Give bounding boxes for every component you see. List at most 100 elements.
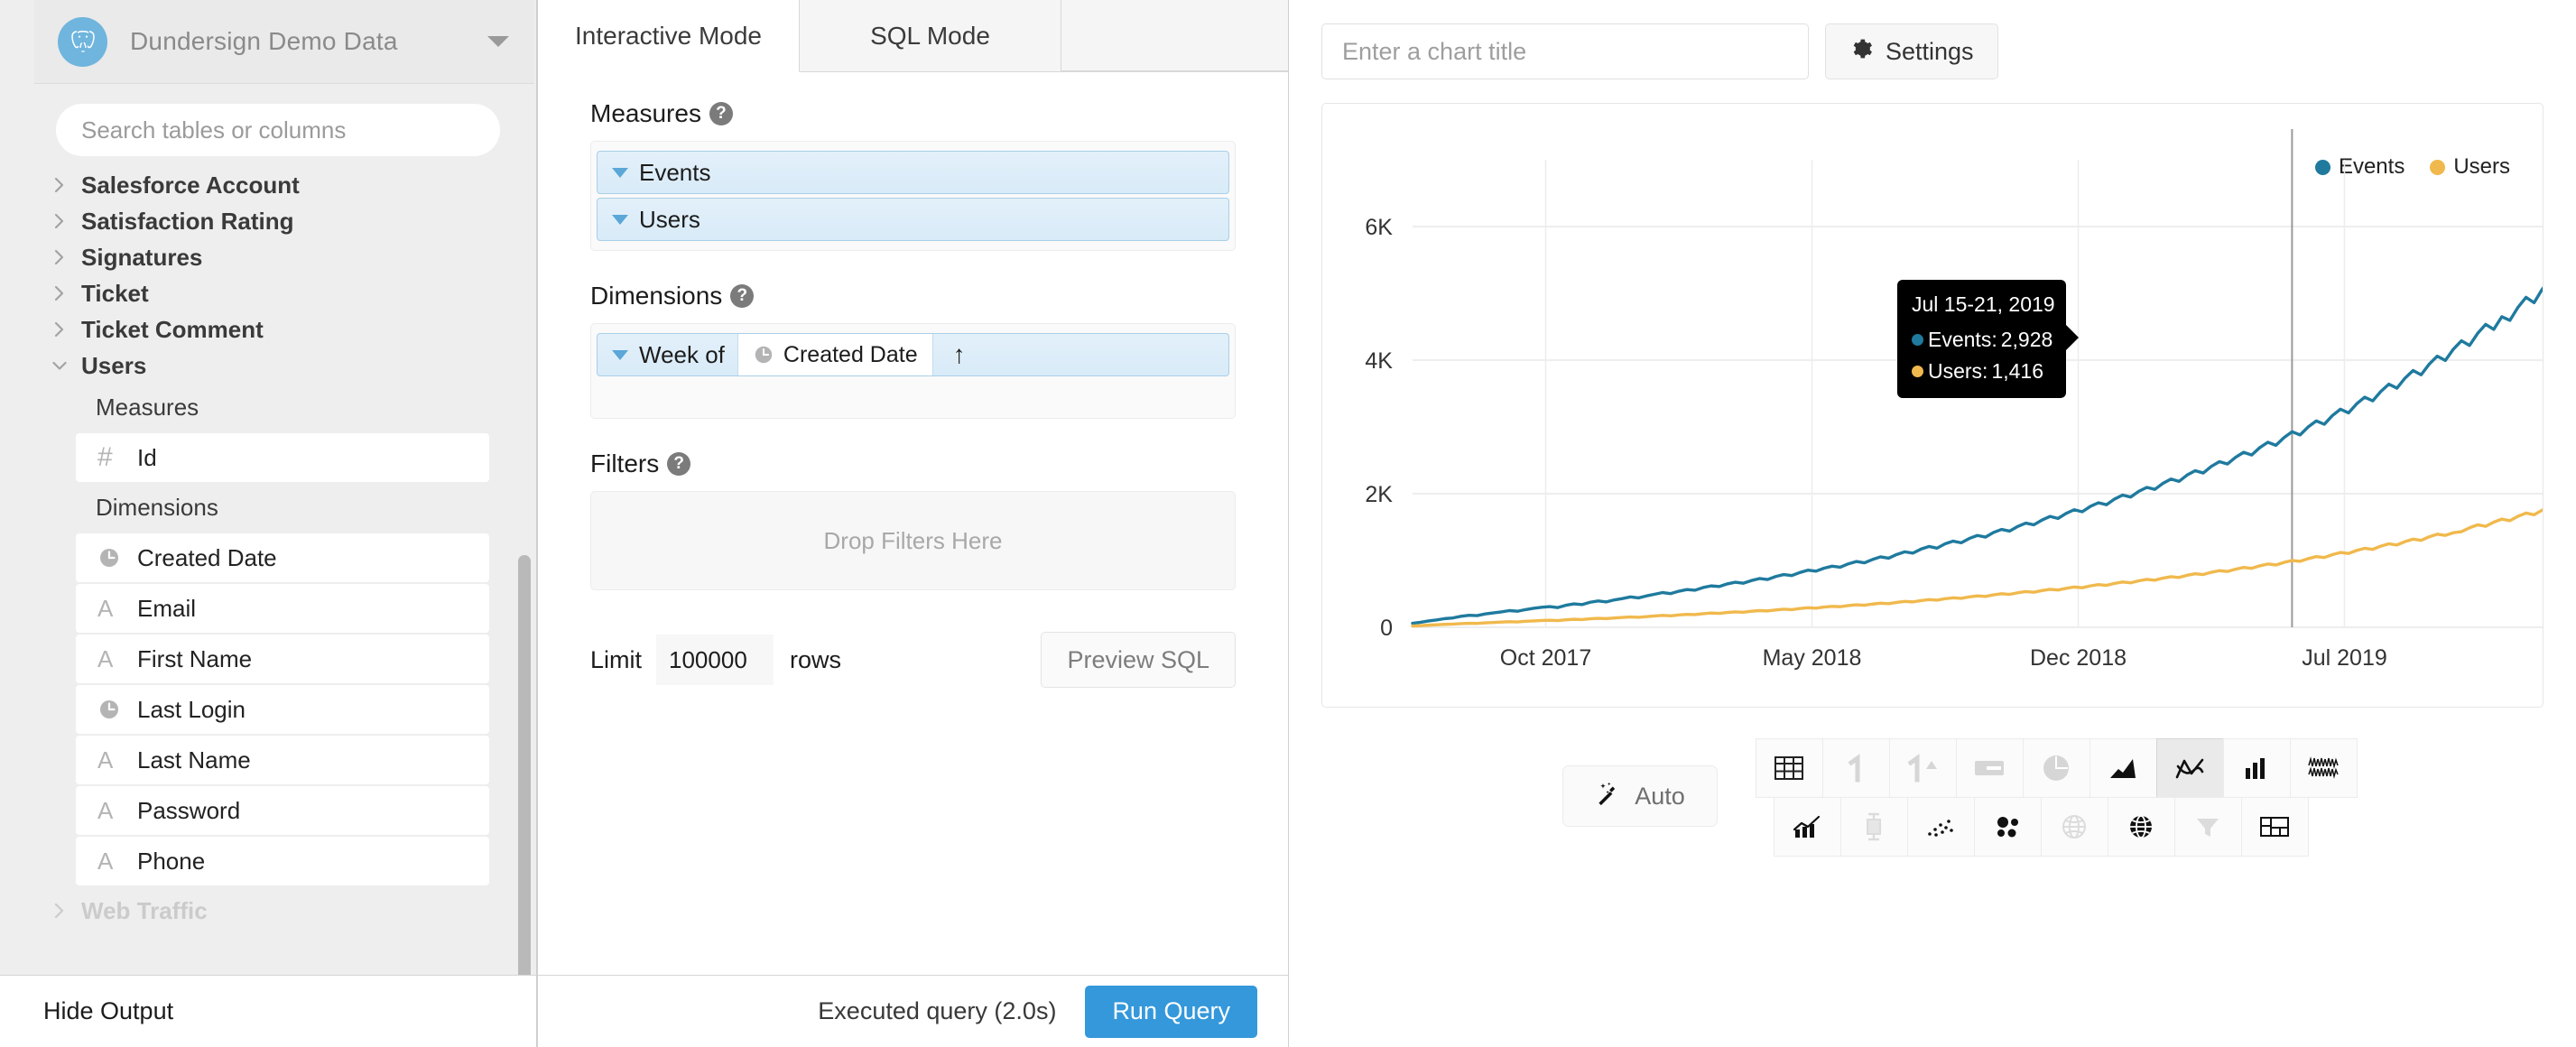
area-chart-icon[interactable] [2089, 737, 2157, 798]
sort-ascending-icon[interactable]: ↑ [953, 340, 966, 369]
measure-pill-users[interactable]: Users [597, 198, 1229, 241]
clock-icon [97, 546, 128, 570]
single-value-icon[interactable] [1821, 737, 1890, 798]
chevron-down-icon [52, 356, 72, 375]
run-query-button[interactable]: Run Query [1085, 985, 1257, 1038]
svg-text:0: 0 [1380, 616, 1393, 641]
single-value-trend-icon[interactable] [1888, 737, 1957, 798]
settings-button[interactable]: Settings [1825, 23, 1998, 79]
tooltip-dot [1912, 334, 1923, 346]
tree-item-ticket-comment[interactable]: Ticket Comment [34, 311, 511, 347]
viz-type-row-2 [1773, 796, 2357, 857]
chart-title-input[interactable] [1321, 23, 1809, 79]
app-root: Dundersign Demo Data Organization Users [0, 0, 2576, 1047]
field-first-name[interactable]: A First Name [76, 635, 489, 683]
query-footer: Executed query (2.0s) Run Query [538, 975, 1288, 1047]
auto-label: Auto [1635, 782, 1685, 810]
tree-item-web-traffic[interactable]: Web Traffic [34, 893, 511, 929]
postgres-elephant-icon [58, 16, 107, 67]
tooltip-value: 2,928 [2000, 328, 2053, 351]
measure-pill-events[interactable]: Events [597, 151, 1229, 194]
tree-item-ticket[interactable]: Ticket [34, 275, 511, 311]
chart-header: Settings [1321, 20, 2544, 83]
filters-label-text: Filters [590, 449, 660, 477]
filters-drop-placeholder: Drop Filters Here [823, 526, 1003, 554]
boxplot-chart-icon[interactable] [1839, 796, 1908, 857]
filters-dropzone[interactable]: Drop Filters Here [590, 491, 1236, 590]
globe-light-icon[interactable] [2040, 796, 2108, 857]
tab-sql-mode[interactable]: SQL Mode [800, 0, 1061, 72]
globe-map-icon[interactable] [2107, 796, 2175, 857]
letter-a-icon: A [97, 644, 114, 672]
bar-chart-icon[interactable] [2222, 737, 2291, 798]
tree-item-label: Web Traffic [81, 896, 208, 924]
combo-chart-icon[interactable] [1773, 796, 1841, 857]
dimension-pill-created-date[interactable]: Week of Created Date ↑ [597, 333, 1229, 376]
tooltip-row-events: Events: 2,928 [1912, 328, 2052, 352]
tab-interactive-mode[interactable]: Interactive Mode [538, 0, 800, 72]
line-chart-icon[interactable] [2155, 737, 2224, 798]
search-container [0, 84, 536, 172]
tooltip-dot [1912, 366, 1923, 377]
limit-unit-label: rows [790, 645, 842, 673]
visualization-picker: Auto [1321, 737, 2544, 857]
chevron-right-icon [52, 211, 72, 231]
dimension-field-chip[interactable]: Created Date [737, 334, 933, 375]
settings-label: Settings [1886, 37, 1974, 65]
field-label: Last Name [137, 746, 251, 774]
hide-output-button[interactable]: Hide Output [0, 975, 536, 1047]
field-last-login[interactable]: Last Login [76, 685, 489, 734]
line-chart-plot[interactable]: 02K4K6KOct 2017 May 2018 Dec 2018 Jul 2019 F… [1322, 104, 2544, 708]
search-input[interactable] [56, 104, 500, 156]
tree-item-signatures[interactable]: Signatures [34, 239, 511, 275]
dimensions-dropzone[interactable]: Week of Created Date ↑ [590, 323, 1236, 419]
progress-label-icon[interactable] [1955, 737, 2024, 798]
field-phone[interactable]: A Phone [76, 837, 489, 885]
measures-group-header: Measures [96, 394, 199, 421]
tree-item-label: Satisfaction Rating [81, 207, 294, 235]
field-password[interactable]: A Password [76, 786, 489, 835]
tree-item-salesforce-account[interactable]: Salesforce Account [34, 172, 511, 203]
sidebar-scrollbar-thumb[interactable] [518, 555, 531, 975]
tree-item-users[interactable]: Users [34, 347, 511, 384]
measures-dropzone[interactable]: Events Users [590, 141, 1236, 251]
dimension-field-label: Created Date [783, 341, 918, 367]
chevron-down-icon[interactable] [487, 36, 509, 47]
table-chart-icon[interactable] [1755, 737, 1823, 798]
question-mark-icon[interactable]: ? [667, 452, 691, 476]
tree-item-satisfaction-rating[interactable]: Satisfaction Rating [34, 203, 511, 239]
caret-down-icon[interactable] [612, 349, 628, 360]
treemap-chart-icon[interactable] [2240, 796, 2309, 857]
limit-label: Limit [590, 645, 643, 673]
limit-input[interactable] [656, 635, 774, 685]
tree-item-label: Salesforce Account [81, 172, 300, 199]
tooltip-date: Jul 15-21, 2019 [1912, 292, 2055, 316]
field-created-date[interactable]: Created Date [76, 533, 489, 582]
svg-text:Oct 2017: Oct 2017 [1500, 645, 1591, 671]
measure-label: Users [639, 205, 700, 233]
gear-icon [1849, 37, 1873, 67]
sidebar: Dundersign Demo Data Organization Users [0, 0, 538, 1047]
bubble-chart-icon[interactable] [1973, 796, 2042, 857]
preview-sql-button[interactable]: Preview SQL [1041, 632, 1236, 688]
pie-chart-icon[interactable] [2022, 737, 2090, 798]
question-mark-icon[interactable]: ? [730, 284, 755, 308]
database-selector[interactable]: Dundersign Demo Data [34, 0, 534, 84]
caret-down-icon[interactable] [612, 214, 628, 225]
field-label: Password [137, 796, 241, 824]
magic-wand-icon [1595, 780, 1622, 813]
auto-button[interactable]: Auto [1562, 765, 1718, 827]
caret-down-icon[interactable] [612, 167, 628, 178]
letter-a-icon: A [97, 796, 114, 824]
tab-label: SQL Mode [870, 21, 990, 50]
field-last-name[interactable]: A Last Name [76, 736, 489, 784]
sparkline-chart-icon[interactable] [2289, 737, 2358, 798]
chevron-right-icon [52, 901, 72, 921]
question-mark-icon[interactable]: ? [709, 102, 733, 125]
letter-a-icon: A [97, 746, 114, 774]
funnel-chart-icon[interactable] [2173, 796, 2242, 857]
field-email[interactable]: A Email [76, 584, 489, 633]
scatter-chart-icon[interactable] [1906, 796, 1975, 857]
viz-type-grid [1755, 737, 2358, 857]
field-id[interactable]: # Id [76, 433, 489, 482]
